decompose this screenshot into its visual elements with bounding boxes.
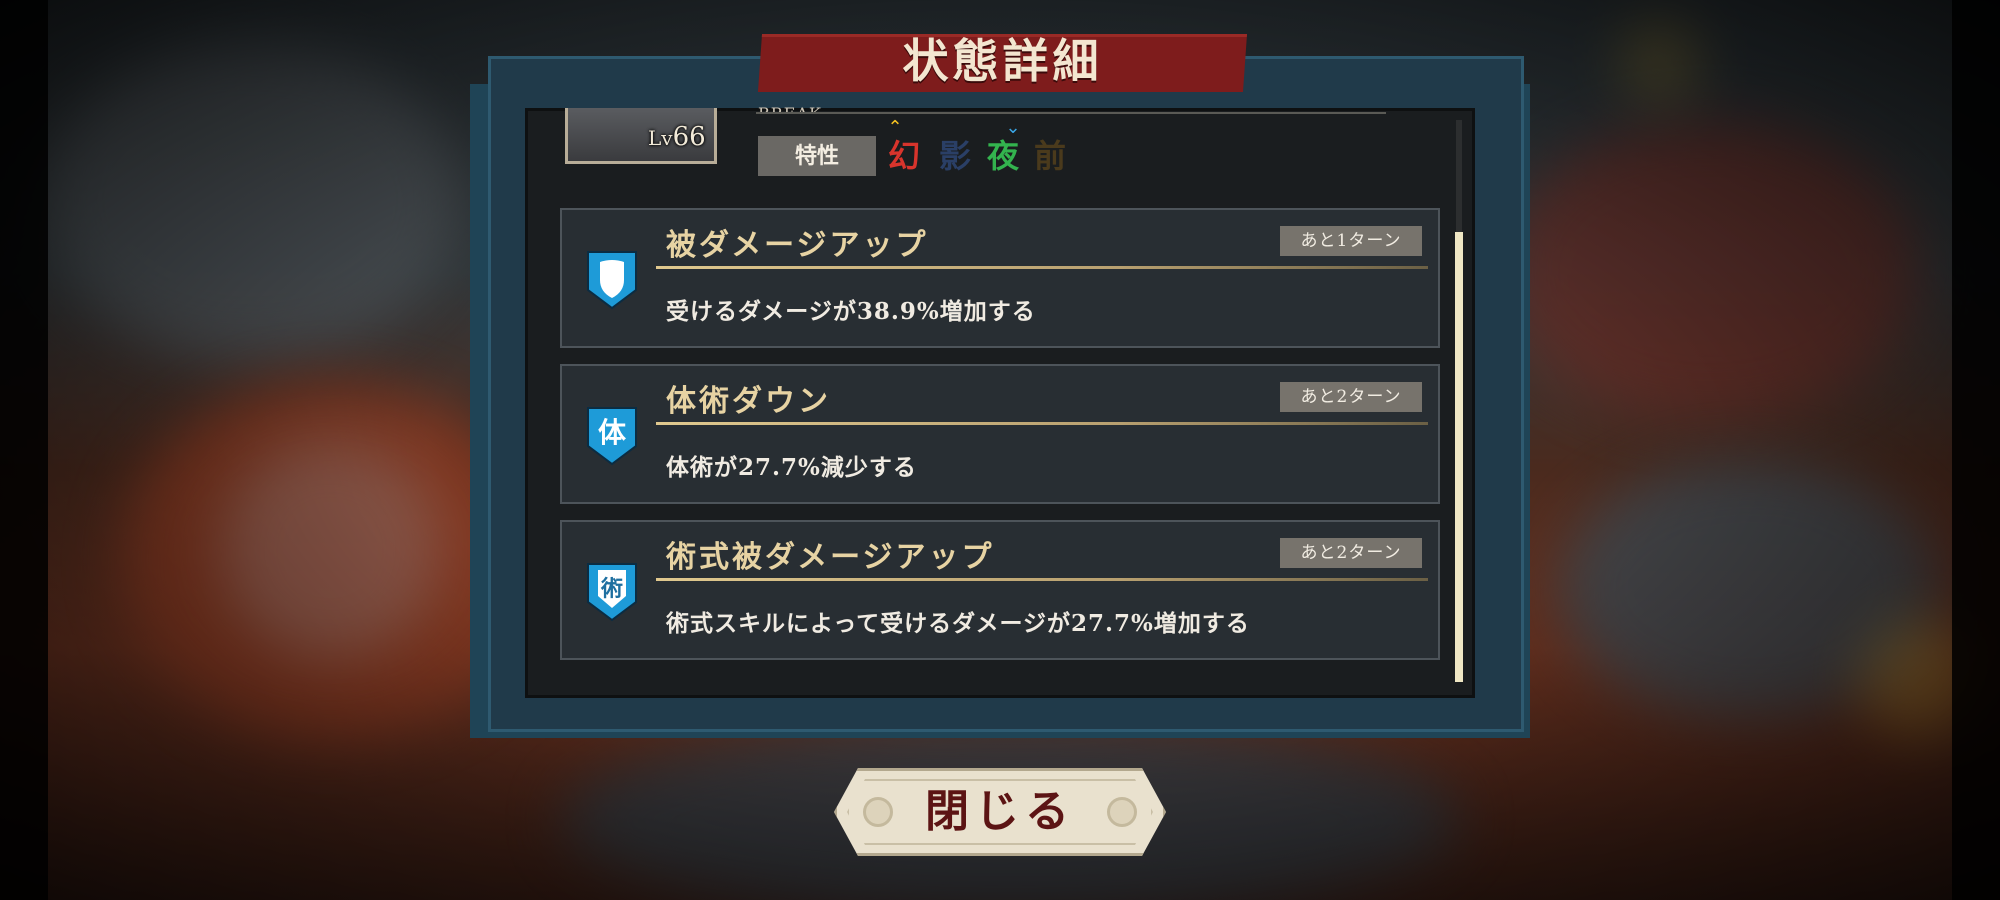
trait-up-arrow-icon: ⌃ <box>887 117 903 138</box>
technique-icon: 術 <box>587 563 637 622</box>
status-description: 受けるダメージが38.9%増加する <box>666 298 1036 325</box>
level-prefix: Lv <box>648 126 673 150</box>
trait-shadow-icon[interactable]: 影 <box>935 136 975 176</box>
status-title: 被ダメージアップ <box>666 228 929 263</box>
status-card: 術 術式被ダメージアップ あと2ターン 術式スキルによって受けるダメージが27.… <box>560 520 1440 660</box>
level-value: 66 <box>672 122 706 152</box>
trait-front-icon[interactable]: 前 <box>1030 136 1070 176</box>
close-button-label: 閉じる <box>925 786 1075 837</box>
status-divider <box>656 422 1428 425</box>
status-turns-badge: あと2ターン <box>1280 538 1422 568</box>
status-turns-badge: あと2ターン <box>1280 382 1422 412</box>
status-icon-glyph: 体 <box>598 416 627 449</box>
dialog-title: 状態詳細 <box>902 34 1103 88</box>
status-description: 術式スキルによって受けるダメージが27.7%増加する <box>666 610 1250 637</box>
status-description: 体術が27.7%減少する <box>666 454 917 481</box>
trait-illusion-icon[interactable]: 幻 <box>884 136 924 176</box>
scrollbar-thumb[interactable] <box>1455 232 1463 682</box>
body-art-icon: 体 <box>587 407 637 466</box>
status-turns-badge: あと1ターン <box>1280 226 1422 256</box>
trait-night-icon[interactable]: 夜 <box>983 136 1023 176</box>
character-name-partial: BREAK <box>758 104 822 112</box>
status-icon-glyph: 術 <box>600 576 623 602</box>
status-card: 体 体術ダウン あと2ターン 体術が27.7%減少する <box>560 364 1440 504</box>
trait-down-arrow-icon: ⌄ <box>1005 117 1021 138</box>
name-divider <box>756 112 1386 114</box>
character-level: Lv66 <box>648 122 706 152</box>
status-divider <box>656 266 1428 269</box>
trait-label: 特性 <box>758 136 876 176</box>
close-button[interactable]: 閉じる <box>834 768 1166 856</box>
status-card: 被ダメージアップ あと1ターン 受けるダメージが38.9%増加する <box>560 208 1440 348</box>
status-title: 術式被ダメージアップ <box>666 540 995 575</box>
status-divider <box>656 578 1428 581</box>
shield-icon <box>587 251 637 310</box>
status-title: 体術ダウン <box>666 384 831 419</box>
